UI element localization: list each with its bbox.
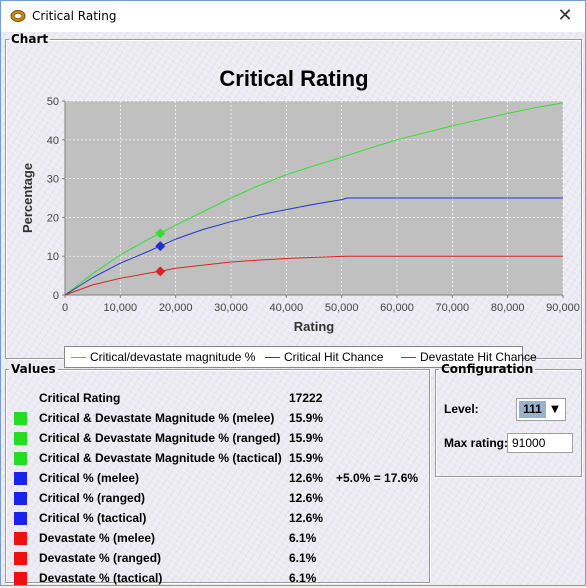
value-number: 15.9%	[289, 411, 324, 425]
y-tick-label: 40	[47, 135, 59, 147]
x-tick-label: 0	[62, 302, 68, 314]
value-number: 17222	[289, 391, 323, 405]
x-tick-label: 40,000	[270, 302, 304, 314]
legend-swatch	[71, 357, 86, 359]
legend-swatch	[401, 357, 416, 359]
value-label: Devastate % (tactical)	[39, 571, 163, 585]
client-area: Chart Critical Rating 0 10 20 30 40 50 0 10,000 2…	[1, 32, 585, 585]
value-label: Critical Rating	[39, 391, 121, 405]
level-label: Level:	[444, 402, 479, 416]
value-row: Critical % (tactical) 12.6%	[14, 508, 424, 528]
color-swatch	[14, 412, 27, 425]
color-swatch	[14, 552, 27, 565]
value-label: Devastate % (ranged)	[39, 551, 162, 565]
value-number: 12.6%	[289, 471, 324, 485]
color-swatch	[14, 512, 27, 525]
max-rating-label: Max rating:	[444, 436, 509, 450]
x-tick-label: 90,000	[546, 302, 580, 314]
value-row: Critical & Devastate Magnitude % (melee)…	[14, 408, 424, 428]
configuration-group-legend: Configuration	[441, 362, 534, 376]
value-label: Critical % (tactical)	[39, 511, 147, 525]
color-swatch	[14, 472, 27, 485]
value-label: Critical % (ranged)	[39, 491, 146, 505]
color-swatch	[14, 572, 27, 585]
close-icon[interactable]: ✕	[553, 5, 577, 27]
x-tick-label: 70,000	[436, 302, 470, 314]
y-tick-label: 20	[47, 212, 59, 224]
x-tick-label: 10,000	[104, 302, 138, 314]
value-row: Devastate % (melee) 6.1%	[14, 528, 424, 548]
value-row: Critical & Devastate Magnitude % (tactic…	[14, 448, 424, 468]
color-swatch	[14, 532, 27, 545]
value-row: Devastate % (tactical) 6.1%	[14, 568, 424, 588]
color-swatch	[14, 492, 27, 505]
value-row: Critical Rating 17222	[14, 388, 424, 408]
value-row: Critical % (melee) 12.6% +5.0% = 17.6%	[14, 468, 424, 488]
value-label: Critical % (melee)	[39, 471, 140, 485]
value-number: 15.9%	[289, 431, 324, 445]
chart-group: Chart Critical Rating 0 10 20 30 40 50 0 10,000 2…	[5, 32, 582, 368]
value-number: 6.1%	[289, 551, 317, 565]
x-tick-label: 80,000	[491, 302, 525, 314]
value-label: Critical & Devastate Magnitude % (melee)	[39, 411, 275, 425]
y-tick-label: 50	[47, 96, 59, 108]
value-number: 15.9%	[289, 451, 324, 465]
chart-title: Critical Rating	[219, 66, 368, 91]
color-swatch	[14, 452, 27, 465]
x-tick-label: 60,000	[380, 302, 414, 314]
value-number: 6.1%	[289, 531, 317, 545]
title-bar[interactable]: Critical Rating ✕	[1, 1, 585, 32]
level-value: 111	[519, 401, 546, 418]
value-label: Devastate % (melee)	[39, 531, 156, 545]
value-row: Devastate % (ranged) 6.1%	[14, 548, 424, 568]
configuration-group: Configuration Level: 111 ▼ Max rating: 9…	[435, 362, 582, 477]
ring-icon	[10, 10, 26, 22]
chevron-down-icon[interactable]: ▼	[546, 400, 564, 419]
value-label: Critical & Devastate Magnitude % (tactic…	[39, 451, 282, 465]
y-tick-label: 0	[53, 290, 59, 302]
value-row: Critical % (ranged) 12.6%	[14, 488, 424, 508]
value-number: 12.6%	[289, 511, 324, 525]
value-number: 12.6%	[289, 491, 324, 505]
x-tick-label: 50,000	[325, 302, 359, 314]
y-tick-label: 10	[47, 251, 59, 263]
chart-group-legend: Chart	[11, 32, 49, 46]
x-tick-label: 30,000	[214, 302, 248, 314]
values-group: Values Critical Rating 17222 Critical & De…	[5, 362, 430, 585]
x-axis-label: Rating	[294, 319, 335, 334]
y-tick-label: 30	[47, 174, 59, 186]
critical-rating-chart: Critical Rating 0 10 20 30 40 50 0 10,000 20,000 3…	[20, 66, 580, 334]
window-title: Critical Rating	[32, 9, 117, 23]
level-dropdown[interactable]: 111 ▼	[516, 398, 566, 421]
color-swatch	[14, 432, 27, 445]
y-axis-label: Percentage	[20, 163, 35, 233]
value-number: 6.1%	[289, 571, 317, 585]
values-group-legend: Values	[11, 362, 56, 376]
value-row: Critical & Devastate Magnitude % (ranged…	[14, 428, 424, 448]
max-rating-input[interactable]: 91000	[507, 433, 573, 453]
value-label: Critical & Devastate Magnitude % (ranged…	[39, 431, 281, 445]
value-extra: +5.0% = 17.6%	[336, 471, 419, 485]
critical-rating-window: Critical Rating ✕ Chart Critical Rating 0…	[0, 0, 586, 586]
x-tick-label: 20,000	[159, 302, 193, 314]
legend-swatch	[265, 357, 280, 359]
